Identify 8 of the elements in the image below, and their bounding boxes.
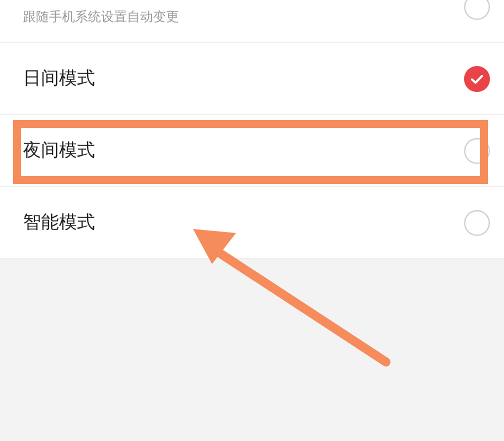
checked-radio-icon[interactable] (464, 66, 490, 92)
mode-label[interactable]: 夜间模式 (23, 137, 95, 164)
radio-icon[interactable] (464, 0, 490, 20)
radio-icon[interactable] (464, 138, 490, 164)
option-subtitle: 跟随手机系统设置自动变更 (23, 9, 179, 27)
mode-label[interactable]: 智能模式 (23, 209, 95, 236)
radio-icon[interactable] (464, 210, 490, 236)
mode-label[interactable]: 日间模式 (23, 65, 95, 92)
